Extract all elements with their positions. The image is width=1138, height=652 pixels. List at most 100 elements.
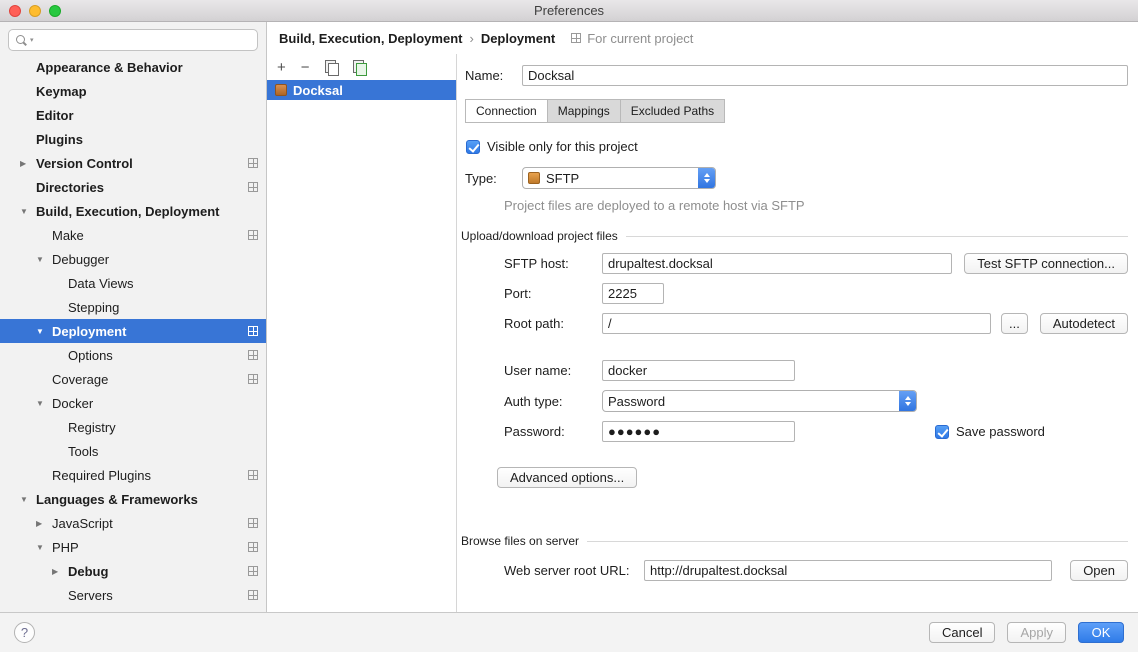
advanced-options-button[interactable]: Advanced options... <box>497 467 637 488</box>
user-name-label: User name: <box>504 363 602 378</box>
search-icon <box>15 34 28 47</box>
sidebar-item-make[interactable]: Make <box>0 223 266 247</box>
sftp-host-input[interactable] <box>602 253 952 274</box>
sidebar-item-data-views[interactable]: Data Views <box>0 271 266 295</box>
settings-search-field[interactable]: ▾ <box>8 29 258 51</box>
sidebar-item-debugger[interactable]: ▼Debugger <box>0 247 266 271</box>
title-bar: Preferences <box>0 0 1138 22</box>
save-password-checkbox[interactable] <box>935 425 949 439</box>
sidebar-item-javascript[interactable]: ▶JavaScript <box>0 511 266 535</box>
sidebar-item-label: Options <box>68 348 113 363</box>
form-tabs: ConnectionMappingsExcluded Paths <box>465 99 1128 123</box>
sidebar-item-label: Editor <box>36 108 74 123</box>
sidebar-item-version-control[interactable]: ▶Version Control <box>0 151 266 175</box>
tab-mappings[interactable]: Mappings <box>547 99 621 123</box>
duplicate-server-button[interactable] <box>353 60 366 75</box>
sidebar-item-label: Plugins <box>36 132 83 147</box>
search-options-chevron-icon[interactable]: ▾ <box>30 36 34 44</box>
per-project-settings-icon <box>248 470 258 480</box>
sidebar-item-directories[interactable]: Directories <box>0 175 266 199</box>
root-path-input[interactable] <box>602 313 991 334</box>
sidebar-item-options[interactable]: Options <box>0 343 266 367</box>
add-server-button[interactable]: + <box>277 60 286 75</box>
sidebar-item-debug[interactable]: ▶Debug <box>0 559 266 583</box>
sidebar-item-label: Coverage <box>52 372 108 387</box>
dropdown-stepper-icon <box>899 390 916 412</box>
sidebar-item-docker[interactable]: ▼Docker <box>0 391 266 415</box>
tree-collapse-arrow-icon[interactable]: ▼ <box>36 327 52 336</box>
sidebar-item-coverage[interactable]: Coverage <box>0 367 266 391</box>
sidebar-item-label: Data Views <box>68 276 134 291</box>
test-sftp-connection-button[interactable]: Test SFTP connection... <box>964 253 1128 274</box>
sidebar-item-label: PHP <box>52 540 79 555</box>
tree-expand-arrow-icon[interactable]: ▶ <box>20 159 36 168</box>
sidebar-item-stepping[interactable]: Stepping <box>0 295 266 319</box>
port-input[interactable] <box>602 283 664 304</box>
visible-only-checkbox[interactable] <box>466 140 480 154</box>
sidebar-item-tools[interactable]: Tools <box>0 439 266 463</box>
name-input[interactable] <box>522 65 1128 86</box>
sidebar-item-registry[interactable]: Registry <box>0 415 266 439</box>
user-name-input[interactable] <box>602 360 795 381</box>
sidebar-item-required-plugins[interactable]: Required Plugins <box>0 463 266 487</box>
tree-expand-arrow-icon[interactable]: ▶ <box>36 519 52 528</box>
sidebar-item-build-execution-deployment[interactable]: ▼Build, Execution, Deployment <box>0 199 266 223</box>
password-input[interactable] <box>602 421 795 442</box>
sidebar-item-php[interactable]: ▼PHP <box>0 535 266 559</box>
sidebar-item-label: Build, Execution, Deployment <box>36 204 219 219</box>
sidebar-item-keymap[interactable]: Keymap <box>0 79 266 103</box>
autodetect-button[interactable]: Autodetect <box>1040 313 1128 334</box>
tree-collapse-arrow-icon[interactable]: ▼ <box>36 399 52 408</box>
window-title: Preferences <box>534 3 604 18</box>
cancel-button[interactable]: Cancel <box>929 622 995 643</box>
ok-button[interactable]: OK <box>1078 622 1124 643</box>
breadcrumb: Build, Execution, Deployment › Deploymen… <box>267 22 1138 54</box>
copy-server-button[interactable] <box>325 60 338 75</box>
auth-type-label: Auth type: <box>504 394 602 409</box>
search-input[interactable] <box>36 33 251 48</box>
minimize-window-button[interactable] <box>29 5 41 17</box>
port-label: Port: <box>504 286 602 301</box>
server-list-item-docksal[interactable]: Docksal <box>267 80 456 100</box>
sidebar-item-editor[interactable]: Editor <box>0 103 266 127</box>
help-button[interactable]: ? <box>14 622 35 643</box>
sidebar-item-deployment[interactable]: ▼Deployment <box>0 319 266 343</box>
per-project-settings-icon <box>248 542 258 552</box>
sidebar-item-label: Debug <box>68 564 108 579</box>
per-project-settings-icon <box>248 230 258 240</box>
tree-collapse-arrow-icon[interactable]: ▼ <box>36 255 52 264</box>
dropdown-stepper-icon <box>698 167 715 189</box>
per-project-settings-icon <box>248 158 258 168</box>
sidebar-item-label: Stepping <box>68 300 119 315</box>
sidebar-item-plugins[interactable]: Plugins <box>0 127 266 151</box>
scope-label: For current project <box>587 31 693 46</box>
visible-only-label: Visible only for this project <box>487 139 638 154</box>
sidebar-item-languages-frameworks[interactable]: ▼Languages & Frameworks <box>0 487 266 511</box>
tree-collapse-arrow-icon[interactable]: ▼ <box>20 495 36 504</box>
type-dropdown[interactable]: SFTP <box>522 167 716 189</box>
save-password-checkbox-row[interactable]: Save password <box>935 424 1045 439</box>
tab-excluded-paths[interactable]: Excluded Paths <box>620 99 725 123</box>
apply-button[interactable]: Apply <box>1007 622 1066 643</box>
window-controls <box>9 5 61 17</box>
zoom-window-button[interactable] <box>49 5 61 17</box>
sidebar-item-label: Appearance & Behavior <box>36 60 183 75</box>
tree-expand-arrow-icon[interactable]: ▶ <box>52 567 68 576</box>
per-project-settings-icon <box>248 518 258 528</box>
sidebar-item-label: Deployment <box>52 324 126 339</box>
sidebar-item-servers[interactable]: Servers <box>0 583 266 607</box>
tab-connection[interactable]: Connection <box>465 99 548 123</box>
auth-type-dropdown[interactable]: Password <box>602 390 917 412</box>
web-root-input[interactable] <box>644 560 1052 581</box>
visible-only-checkbox-row[interactable]: Visible only for this project <box>466 139 1128 154</box>
browse-root-path-button[interactable]: ... <box>1001 313 1028 334</box>
sidebar-item-label: Servers <box>68 588 113 603</box>
per-project-settings-icon <box>248 590 258 600</box>
remove-server-button[interactable]: − <box>301 60 310 75</box>
tree-collapse-arrow-icon[interactable]: ▼ <box>20 207 36 216</box>
server-item-label: Docksal <box>293 83 343 98</box>
close-window-button[interactable] <box>9 5 21 17</box>
sidebar-item-appearance-behavior[interactable]: Appearance & Behavior <box>0 55 266 79</box>
open-url-button[interactable]: Open <box>1070 560 1128 581</box>
tree-collapse-arrow-icon[interactable]: ▼ <box>36 543 52 552</box>
